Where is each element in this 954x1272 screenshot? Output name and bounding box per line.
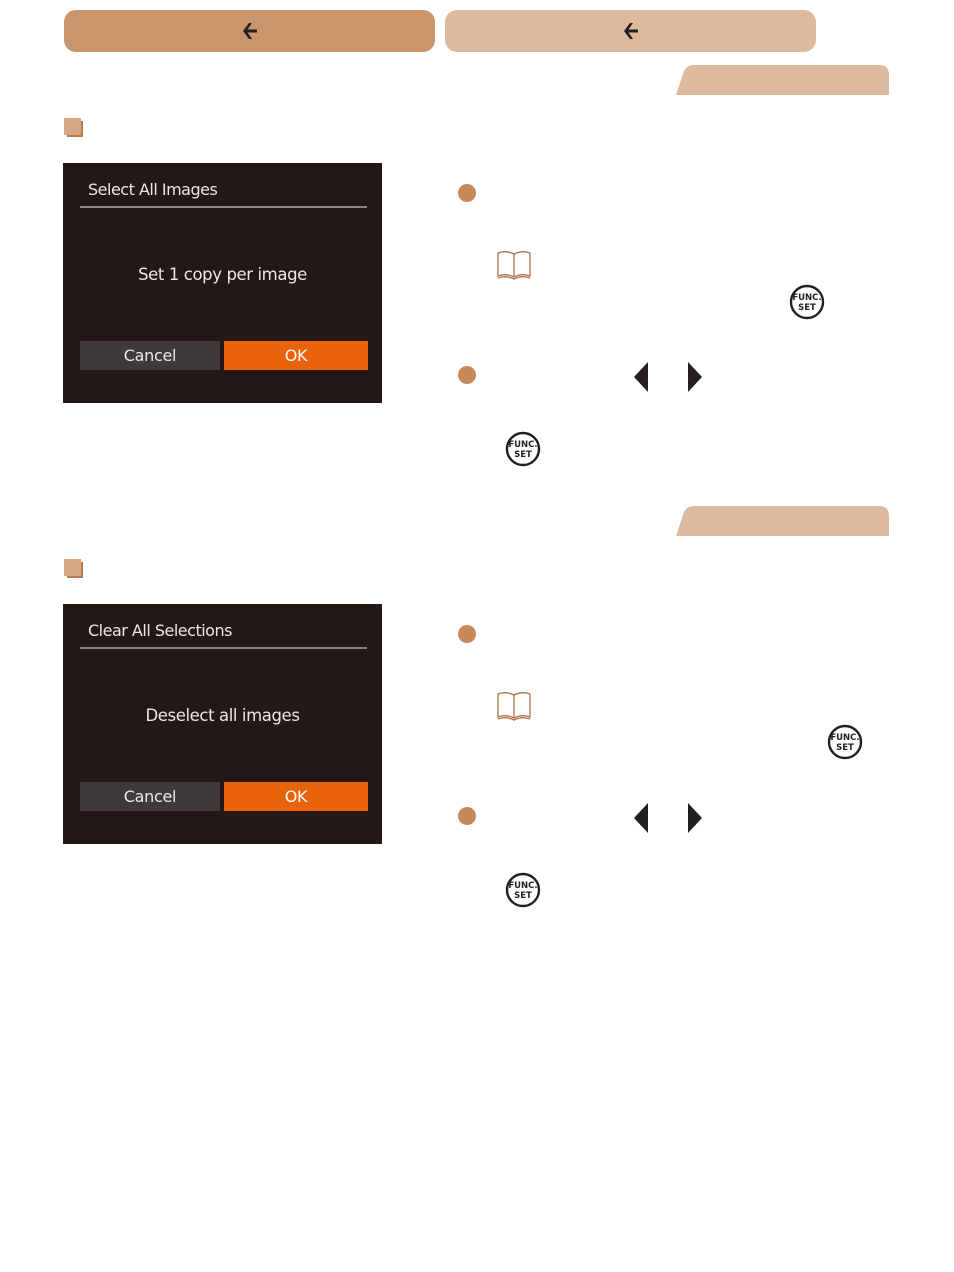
cancel-button[interactable]: Cancel — [80, 782, 220, 811]
arrow-right-icon — [688, 362, 702, 392]
screen-divider — [80, 647, 367, 649]
screen-message: Deselect all images — [145, 706, 300, 725]
screen-title: Select All Images — [88, 180, 218, 199]
book-icon — [497, 692, 531, 721]
svg-text:SET: SET — [836, 743, 854, 753]
screen-title: Clear All Selections — [88, 621, 232, 640]
nav-back-button-primary[interactable] — [64, 10, 435, 52]
svg-text:FUNC.: FUNC. — [508, 440, 537, 450]
svg-text:FUNC.: FUNC. — [508, 881, 537, 891]
func-set-icon: FUNC. SET — [505, 431, 541, 467]
section-tab-1 — [676, 65, 889, 95]
svg-text:FUNC.: FUNC. — [792, 293, 821, 303]
svg-text:SET: SET — [514, 450, 532, 460]
step-bullet — [458, 625, 476, 643]
svg-text:SET: SET — [798, 303, 816, 313]
ok-button[interactable]: OK — [224, 782, 368, 811]
arrow-right-icon — [688, 803, 702, 833]
svg-text:SET: SET — [514, 891, 532, 901]
ok-button[interactable]: OK — [224, 341, 368, 370]
book-icon — [497, 251, 531, 280]
cancel-button[interactable]: Cancel — [80, 341, 220, 370]
screen-divider — [80, 206, 367, 208]
step-bullet — [458, 366, 476, 384]
arrow-left-icon — [634, 362, 648, 392]
func-set-icon: FUNC. SET — [789, 284, 825, 320]
func-set-icon: FUNC. SET — [827, 724, 863, 760]
nav-back-button-secondary[interactable] — [445, 10, 816, 52]
arrow-left-icon — [242, 23, 257, 39]
step-bullet — [458, 184, 476, 202]
arrow-left-icon — [634, 803, 648, 833]
section-marker-icon — [64, 559, 84, 579]
func-set-icon: FUNC. SET — [505, 872, 541, 908]
camera-screen-clear-all: Clear All Selections Deselect all images… — [63, 604, 382, 844]
section-marker-icon — [64, 118, 84, 138]
camera-screen-select-all: Select All Images Set 1 copy per image C… — [63, 163, 382, 403]
section-tab-2 — [676, 506, 889, 536]
arrow-left-icon — [623, 23, 638, 39]
step-bullet — [458, 807, 476, 825]
screen-message: Set 1 copy per image — [138, 265, 307, 284]
svg-text:FUNC.: FUNC. — [830, 733, 859, 743]
